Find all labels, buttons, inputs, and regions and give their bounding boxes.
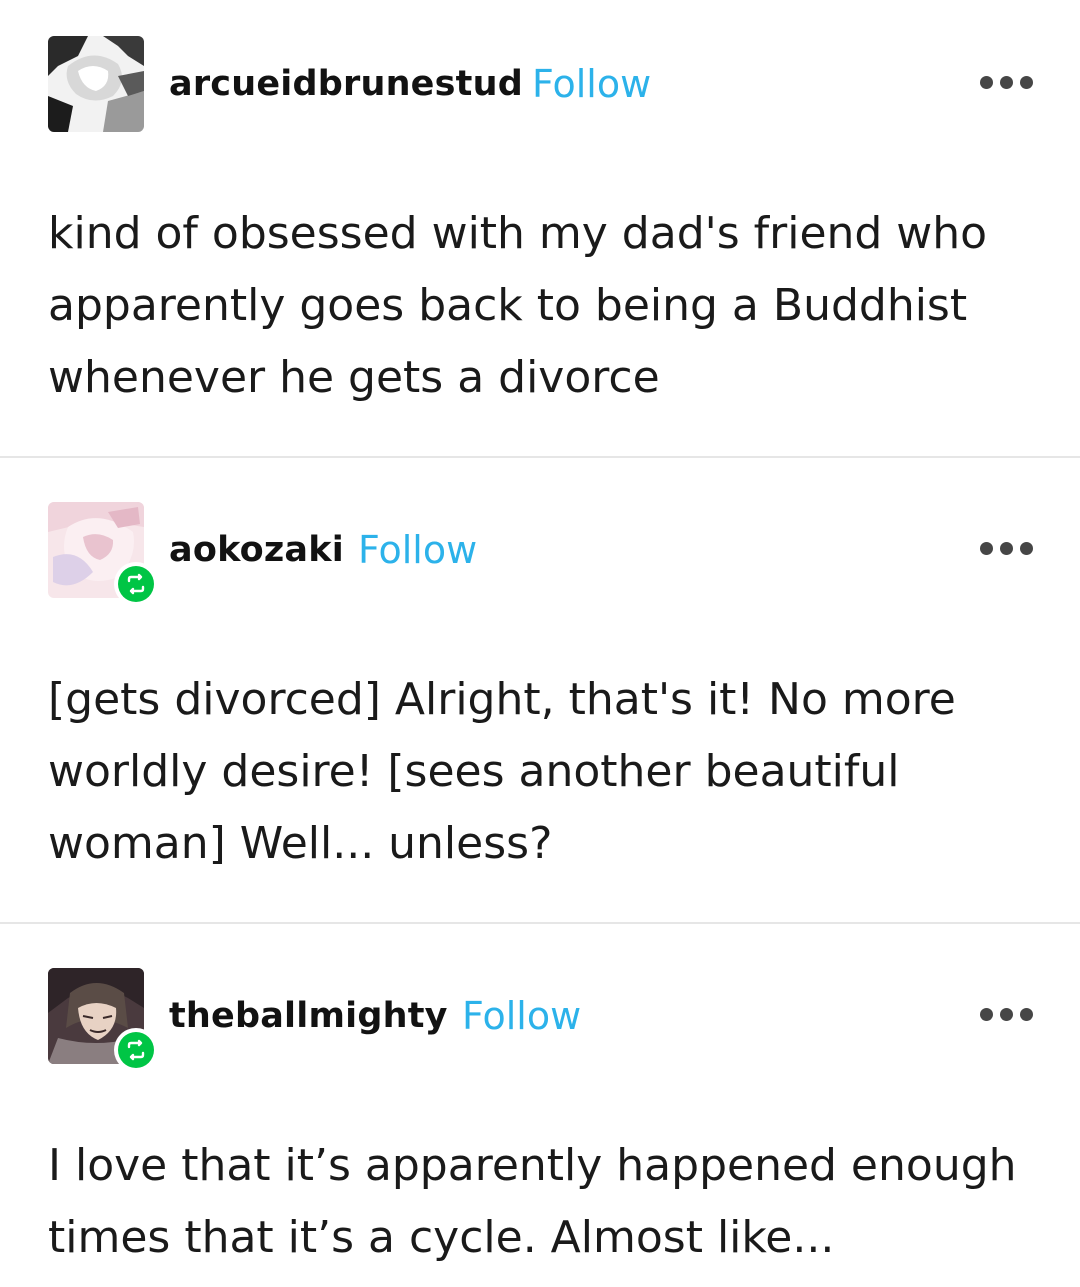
post-header: arcueidbrunestud Follow <box>0 36 1080 136</box>
username[interactable]: aokozaki <box>169 528 344 572</box>
follow-button[interactable]: Follow <box>462 993 581 1039</box>
post-text: kind of obsessed with my dad's friend wh… <box>48 208 988 403</box>
user-avatar-icon <box>48 36 144 132</box>
post-header: aokozaki Follow <box>0 502 1080 606</box>
post-divider <box>0 922 1080 924</box>
post-text: I love that it’s apparently happened eno… <box>48 1140 1017 1263</box>
more-options-icon[interactable] <box>980 72 1034 92</box>
avatar[interactable] <box>48 36 144 132</box>
username[interactable]: theballmighty <box>169 994 448 1038</box>
follow-button[interactable]: Follow <box>358 527 477 573</box>
reblog-icon <box>127 573 145 595</box>
username[interactable]: arcueidbrunestud <box>169 62 523 106</box>
post-divider <box>0 456 1080 458</box>
more-options-icon[interactable] <box>980 538 1034 558</box>
more-options-icon[interactable] <box>980 1004 1034 1024</box>
reblog-badge <box>114 1028 158 1072</box>
reblog-icon <box>127 1039 145 1061</box>
reblog-badge <box>114 562 158 606</box>
follow-button[interactable]: Follow <box>532 61 651 107</box>
post-header: theballmighty Follow <box>0 968 1080 1072</box>
post-text: [gets divorced] Alright, that's it! No m… <box>48 674 956 869</box>
